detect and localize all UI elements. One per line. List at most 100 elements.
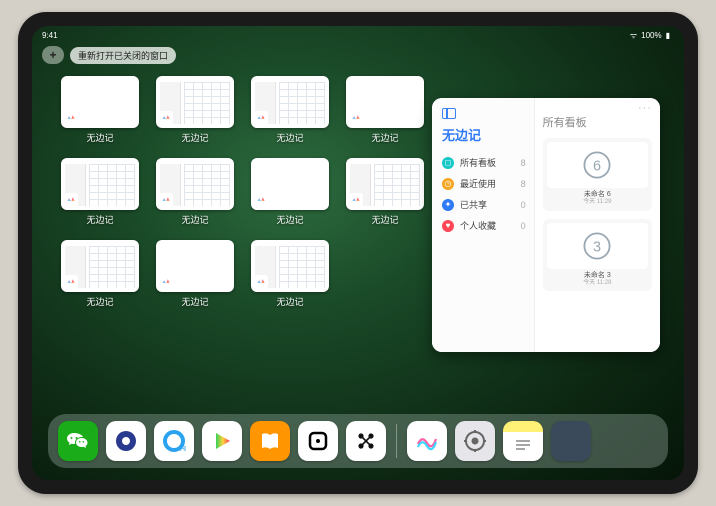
sidebar-popup: 无边记 ◻ 所有看板 8 ◷ 最近使用 8 ✦ 已共享 0 ♥ 个人收藏 0 ··· 所有看板 6 未命… xyxy=(432,98,660,352)
app-label: 无边记 xyxy=(181,213,208,226)
sidebar-item-all[interactable]: ◻ 所有看板 8 xyxy=(442,152,526,173)
dock-notes-icon[interactable] xyxy=(503,421,543,461)
sidebar-item-label: 所有看板 xyxy=(460,156,496,169)
sidebar-item-label: 个人收藏 xyxy=(460,219,496,232)
app-label: 无边记 xyxy=(86,131,113,144)
shared-icon: ✦ xyxy=(442,199,454,211)
wifi-icon: ᯤ xyxy=(630,30,637,41)
top-controls: + 重新打开已关闭的窗口 xyxy=(42,46,176,64)
freeform-icon xyxy=(254,275,268,289)
dock-books-icon[interactable] xyxy=(250,421,290,461)
all-icon: ◻ xyxy=(442,157,454,169)
freeform-icon xyxy=(64,275,78,289)
app-card[interactable]: 无边记 xyxy=(345,76,425,144)
popup-title: 无边记 xyxy=(442,125,526,144)
sidebar-item-label: 最近使用 xyxy=(460,177,496,190)
freeform-icon xyxy=(254,111,268,125)
app-label: 无边记 xyxy=(371,213,398,226)
app-card[interactable]: 无边记 xyxy=(250,76,330,144)
dock: HD xyxy=(48,414,668,468)
app-thumbnail[interactable] xyxy=(251,240,329,292)
freeform-icon xyxy=(254,193,268,207)
freeform-icon xyxy=(349,193,363,207)
reopen-closed-window-pill[interactable]: 重新打开已关闭的窗口 xyxy=(70,47,176,64)
battery-icon: ▮ xyxy=(666,31,670,40)
app-card[interactable]: 无边记 xyxy=(250,240,330,308)
dock-dots-icon[interactable] xyxy=(346,421,386,461)
app-thumbnail[interactable] xyxy=(346,158,424,210)
app-thumbnail[interactable] xyxy=(156,76,234,128)
dock-quark-icon[interactable] xyxy=(106,421,146,461)
more-icon[interactable]: ··· xyxy=(638,102,652,114)
app-label: 无边记 xyxy=(181,295,208,308)
svg-text:HD: HD xyxy=(180,446,186,453)
freeform-icon xyxy=(349,111,363,125)
status-time: 9:41 xyxy=(42,31,58,40)
sidebar-item-label: 已共享 xyxy=(460,198,487,211)
app-label: 无边记 xyxy=(86,295,113,308)
ipad-frame: 9:41 ᯤ 100% ▮ + 重新打开已关闭的窗口 无边记无边记无边记无边记无… xyxy=(18,12,698,494)
app-card[interactable]: 无边记 xyxy=(155,158,235,226)
dock-browser-icon[interactable]: HD xyxy=(154,421,194,461)
dock-blackbox-icon[interactable] xyxy=(298,421,338,461)
app-card[interactable]: 无边记 xyxy=(60,76,140,144)
sidebar-item-count: 8 xyxy=(521,158,526,168)
app-thumbnail[interactable] xyxy=(61,240,139,292)
status-bar: 9:41 ᯤ 100% ▮ xyxy=(32,28,684,42)
app-card[interactable]: 无边记 xyxy=(345,158,425,226)
app-thumbnail[interactable] xyxy=(156,240,234,292)
app-label: 无边记 xyxy=(371,131,398,144)
popup-right-title: 所有看板 xyxy=(543,114,652,130)
dock-separator xyxy=(396,424,397,458)
sidebar-item-shared[interactable]: ✦ 已共享 0 xyxy=(442,194,526,215)
sidebar-item-count: 8 xyxy=(521,179,526,189)
freeform-icon xyxy=(64,111,78,125)
app-thumbnail[interactable] xyxy=(346,76,424,128)
svg-text:6: 6 xyxy=(593,158,601,174)
app-thumbnail[interactable] xyxy=(156,158,234,210)
app-label: 无边记 xyxy=(181,131,208,144)
sidebar-toggle-icon[interactable] xyxy=(442,108,456,119)
fav-icon: ♥ xyxy=(442,220,454,232)
dock-app-library-icon[interactable] xyxy=(551,421,591,461)
board-card[interactable]: 3 未命名 3今天 11:28 xyxy=(543,219,652,292)
app-card[interactable]: 无边记 xyxy=(60,240,140,308)
app-thumbnail[interactable] xyxy=(251,158,329,210)
dock-wechat-icon[interactable] xyxy=(58,421,98,461)
board-meta: 未命名 6今天 11:29 xyxy=(547,191,648,207)
board-card[interactable]: 6 未命名 6今天 11:29 xyxy=(543,138,652,211)
app-card[interactable]: 无边记 xyxy=(60,158,140,226)
board-meta: 未命名 3今天 11:28 xyxy=(547,272,648,288)
app-card[interactable]: 无边记 xyxy=(155,240,235,308)
app-thumbnail[interactable] xyxy=(251,76,329,128)
sidebar-item-recent[interactable]: ◷ 最近使用 8 xyxy=(442,173,526,194)
board-thumbnail: 6 xyxy=(547,142,648,188)
freeform-icon xyxy=(159,193,173,207)
app-label: 无边记 xyxy=(276,131,303,144)
app-switcher-grid: 无边记无边记无边记无边记无边记无边记无边记无边记无边记无边记无边记 xyxy=(60,76,430,308)
add-button[interactable]: + xyxy=(42,46,64,64)
sidebar-item-count: 0 xyxy=(521,200,526,210)
svg-text:3: 3 xyxy=(593,239,601,255)
dock-settings-icon[interactable] xyxy=(455,421,495,461)
app-label: 无边记 xyxy=(276,213,303,226)
ipad-screen: 9:41 ᯤ 100% ▮ + 重新打开已关闭的窗口 无边记无边记无边记无边记无… xyxy=(32,26,684,480)
recent-icon: ◷ xyxy=(442,178,454,190)
popup-content: ··· 所有看板 6 未命名 6今天 11:29 3 未命名 3今天 11:28 xyxy=(535,98,660,352)
sidebar-item-fav[interactable]: ♥ 个人收藏 0 xyxy=(442,215,526,236)
app-card[interactable]: 无边记 xyxy=(155,76,235,144)
freeform-icon xyxy=(64,193,78,207)
freeform-icon xyxy=(159,111,173,125)
app-thumbnail[interactable] xyxy=(61,76,139,128)
popup-sidebar: 无边记 ◻ 所有看板 8 ◷ 最近使用 8 ✦ 已共享 0 ♥ 个人收藏 0 xyxy=(432,98,535,352)
freeform-icon xyxy=(159,275,173,289)
board-thumbnail: 3 xyxy=(547,223,648,269)
app-thumbnail[interactable] xyxy=(61,158,139,210)
app-label: 无边记 xyxy=(86,213,113,226)
sidebar-item-count: 0 xyxy=(521,221,526,231)
battery-label: 100% xyxy=(641,31,661,40)
app-card[interactable]: 无边记 xyxy=(250,158,330,226)
dock-play-icon[interactable] xyxy=(202,421,242,461)
dock-freeform-icon[interactable] xyxy=(407,421,447,461)
app-label: 无边记 xyxy=(276,295,303,308)
